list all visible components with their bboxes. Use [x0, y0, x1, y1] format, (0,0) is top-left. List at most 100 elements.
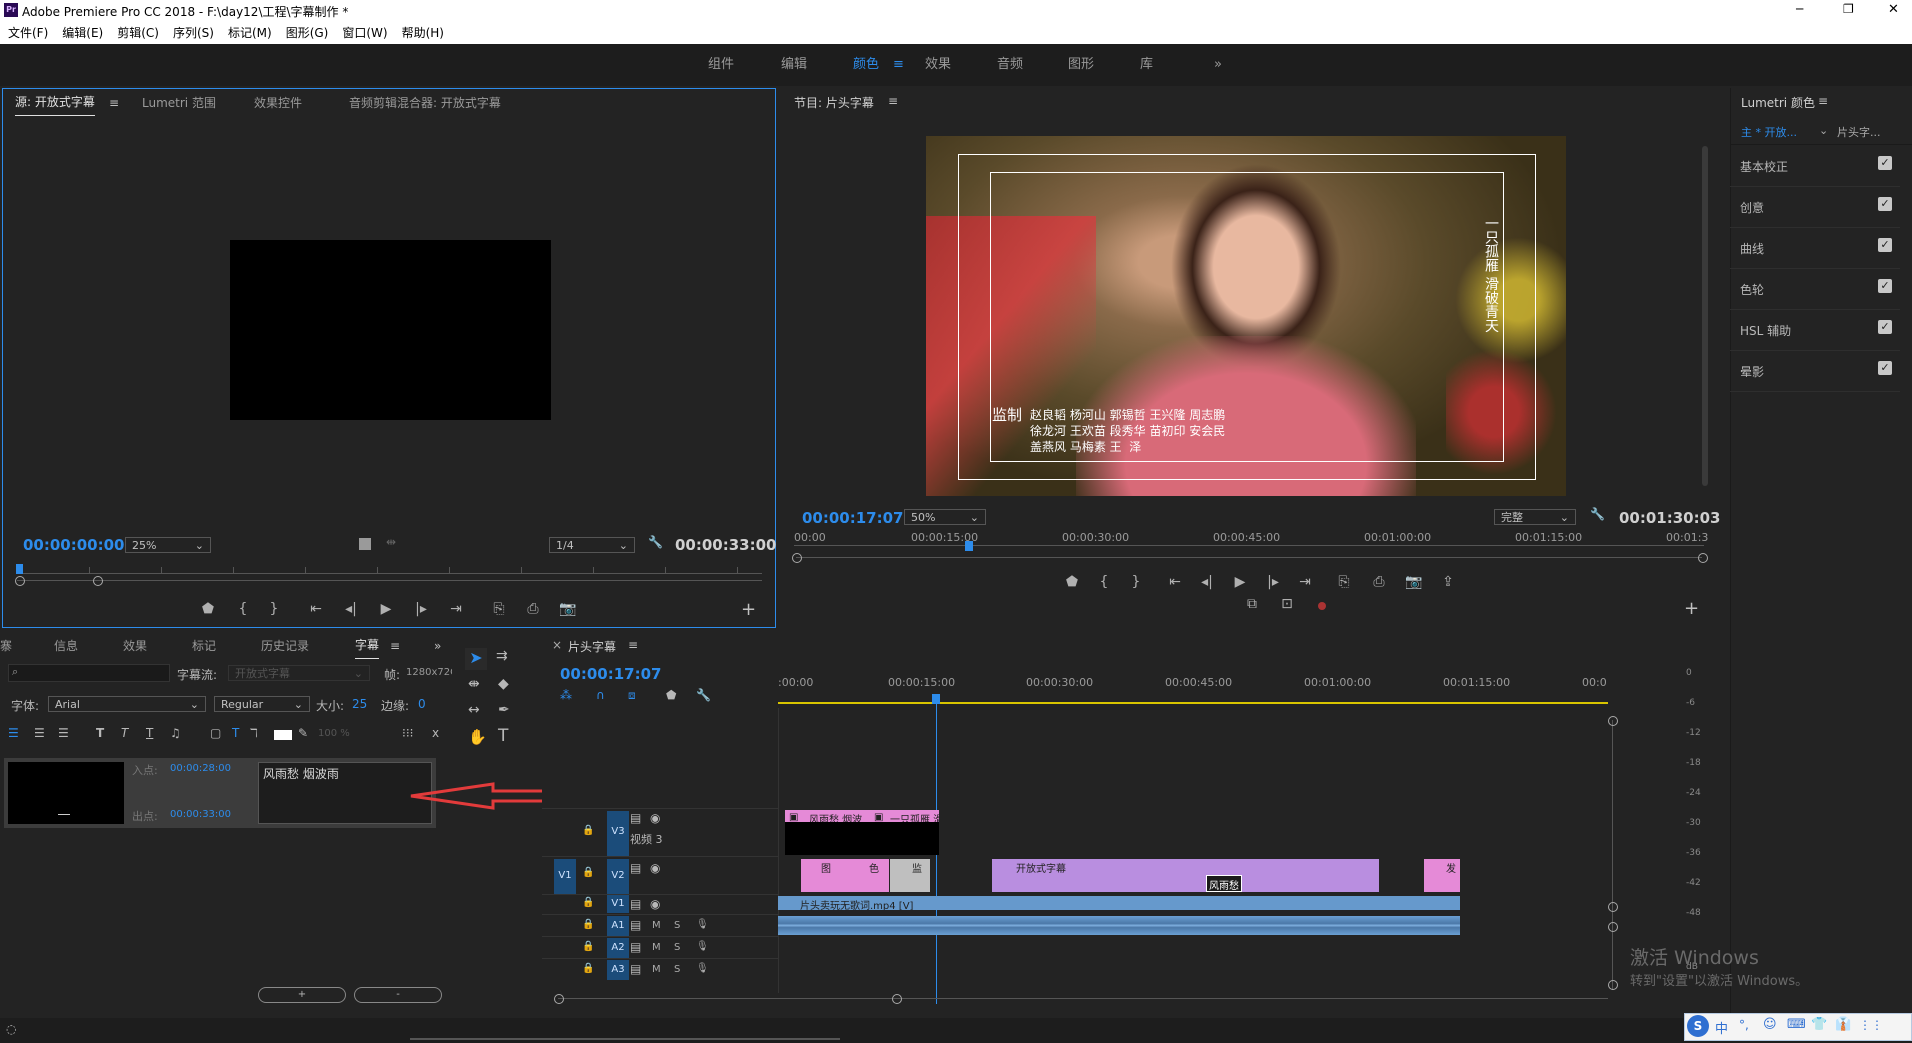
source-scroll-handle-right[interactable]: [93, 576, 103, 586]
lumetri-section-creative[interactable]: 创意 ✓: [1730, 187, 1900, 228]
tab-effect-controls[interactable]: 效果控件: [254, 89, 302, 117]
export-frame-icon[interactable]: 📷: [558, 601, 578, 617]
close-sequence-icon[interactable]: ×: [552, 638, 562, 652]
captions-more-button[interactable]: »: [434, 632, 441, 660]
timeline-hscroll-handle-left[interactable]: [554, 994, 564, 1004]
text-background-icon[interactable]: ℸ: [250, 726, 258, 740]
workspace-color[interactable]: 颜色: [853, 44, 879, 86]
captions-menu-icon[interactable]: ≡: [390, 632, 400, 660]
voiceover-mic-icon[interactable]: 🎙: [696, 919, 709, 930]
program-timecode[interactable]: 00:00:17:07: [802, 509, 904, 527]
go-to-out-icon[interactable]: ⇥: [446, 601, 466, 617]
program-scroll-handle-right[interactable]: [1698, 553, 1708, 563]
opacity-value[interactable]: 100 %: [318, 728, 350, 739]
lumetri-sequence-clip[interactable]: 片头字...: [1837, 124, 1881, 140]
maximize-button[interactable]: ❐: [1843, 2, 1854, 16]
edge-value[interactable]: 0: [418, 697, 426, 711]
font-family-select[interactable]: Arial ⌄: [48, 696, 206, 712]
remove-caption-button[interactable]: -: [354, 987, 442, 1003]
menu-help[interactable]: 帮助(H): [402, 22, 444, 44]
mute-button[interactable]: M: [652, 964, 661, 975]
position-grid-icon[interactable]: ⁝⁝⁝: [402, 726, 413, 740]
lumetri-title[interactable]: Lumetri 颜色: [1741, 94, 1815, 111]
mark-in-icon[interactable]: {: [233, 601, 253, 617]
source-zoom-scrollbar[interactable]: [17, 580, 762, 581]
nest-icon[interactable]: ⁂: [560, 688, 572, 702]
solo-button[interactable]: S: [674, 964, 680, 975]
extract-icon[interactable]: ⎙: [1369, 574, 1389, 590]
music-note-icon[interactable]: ♫: [170, 726, 181, 740]
ime-emoji-icon[interactable]: ☺: [1763, 1017, 1777, 1032]
sync-lock-icon[interactable]: ▤: [630, 897, 641, 911]
clip-v2-b[interactable]: 色: [847, 859, 889, 892]
tab-markers[interactable]: 标记: [192, 632, 216, 660]
clip-a1-audio[interactable]: [778, 916, 1460, 935]
ime-chinese-mode[interactable]: 中: [1715, 1018, 1728, 1037]
overwrite-icon[interactable]: ⎙: [523, 601, 543, 617]
solo-button[interactable]: S: [674, 942, 680, 953]
add-marker-icon[interactable]: ⬟: [666, 688, 676, 702]
mark-in-icon[interactable]: {: [1094, 574, 1114, 590]
vr-video-icon[interactable]: ⊡: [1277, 596, 1297, 612]
export-frame-icon[interactable]: 📷: [1404, 574, 1424, 590]
menu-sequence[interactable]: 序列(S): [173, 22, 214, 44]
lock-icon[interactable]: 🔒: [582, 867, 594, 878]
timeline-vscroll-handle-top[interactable]: [1608, 716, 1618, 726]
source-add-button-icon[interactable]: +: [741, 599, 756, 620]
close-window-button[interactable]: ✕: [1888, 2, 1899, 17]
slip-tool-icon[interactable]: ↔: [468, 702, 480, 718]
menu-file[interactable]: 文件(F): [8, 22, 48, 44]
program-scroll-track[interactable]: [796, 557, 1702, 558]
background-box-icon[interactable]: ▢: [210, 726, 221, 740]
play-icon[interactable]: ▶: [1230, 574, 1250, 590]
caption-stream-select[interactable]: 开放式字幕 ⌄: [228, 665, 370, 681]
workspace-graphics[interactable]: 图形: [1068, 44, 1094, 86]
sync-lock-icon[interactable]: ▤: [630, 962, 641, 976]
menu-clip[interactable]: 剪辑(C): [117, 22, 159, 44]
eyedropper-icon[interactable]: ✎: [298, 726, 308, 740]
workspace-menu-icon[interactable]: ≡: [893, 44, 904, 86]
workspace-editing[interactable]: 编辑: [781, 44, 807, 86]
lumetri-section-wheels[interactable]: 色轮 ✓: [1730, 269, 1900, 310]
section-enable-checkbox[interactable]: ✓: [1878, 156, 1892, 170]
eye-icon[interactable]: ◉: [650, 811, 660, 825]
step-back-icon[interactable]: ◂|: [341, 601, 361, 617]
section-enable-checkbox[interactable]: ✓: [1878, 238, 1892, 252]
clip-v2-a[interactable]: 图: [801, 859, 847, 892]
sync-lock-icon[interactable]: ▤: [630, 940, 641, 954]
go-to-in-icon[interactable]: ⇤: [306, 601, 326, 617]
source-zoom-select[interactable]: 25% ⌄: [125, 537, 211, 553]
track-target-v1[interactable]: V1: [607, 895, 629, 913]
ime-logo-icon[interactable]: S: [1687, 1015, 1709, 1037]
add-caption-button[interactable]: +: [258, 987, 346, 1003]
caption-list-item[interactable]: 入点: 00:00:28:00 出点: 00:00:33:00 风雨愁 烟波雨: [4, 758, 436, 828]
program-menu-icon[interactable]: ≡: [888, 94, 898, 108]
timeline-vscroll-handle-end[interactable]: [1608, 980, 1618, 990]
solo-button[interactable]: S: [674, 920, 680, 931]
section-enable-checkbox[interactable]: ✓: [1878, 197, 1892, 211]
in-point-value[interactable]: 00:00:28:00: [170, 763, 231, 774]
workspace-assembly[interactable]: 组件: [708, 44, 734, 86]
sync-lock-icon[interactable]: ▤: [630, 811, 641, 825]
eye-icon[interactable]: ◉: [650, 861, 660, 875]
tab-source[interactable]: 源: 开放式字幕: [15, 89, 95, 116]
sequence-menu-icon[interactable]: ≡: [628, 638, 638, 652]
source-scroll-handle-left[interactable]: [15, 576, 25, 586]
tab-project[interactable]: 寨: [0, 632, 12, 660]
program-playhead[interactable]: [965, 541, 973, 551]
lumetri-menu-icon[interactable]: ≡: [1818, 94, 1828, 108]
timeline-settings-icon[interactable]: 🔧: [696, 688, 711, 702]
size-value[interactable]: 25: [352, 697, 367, 711]
linked-selection-icon[interactable]: ⧈: [628, 688, 636, 703]
lock-icon[interactable]: 🔒: [582, 941, 594, 952]
workspace-effects[interactable]: 效果: [925, 44, 951, 86]
timeline-timecode[interactable]: 00:00:17:07: [560, 665, 662, 683]
lock-icon[interactable]: 🔒: [582, 825, 594, 836]
lumetri-section-hsl[interactable]: HSL 辅助 ✓: [1730, 310, 1900, 351]
ime-keyboard-icon[interactable]: ⌨: [1787, 1017, 1806, 1032]
mute-button[interactable]: M: [652, 920, 661, 931]
tab-audio-clip-mixer[interactable]: 音频剪辑混合器: 开放式字幕: [349, 89, 501, 117]
section-enable-checkbox[interactable]: ✓: [1878, 361, 1892, 375]
align-right-icon[interactable]: ☰: [58, 726, 69, 740]
work-area-bar[interactable]: [778, 702, 1608, 704]
